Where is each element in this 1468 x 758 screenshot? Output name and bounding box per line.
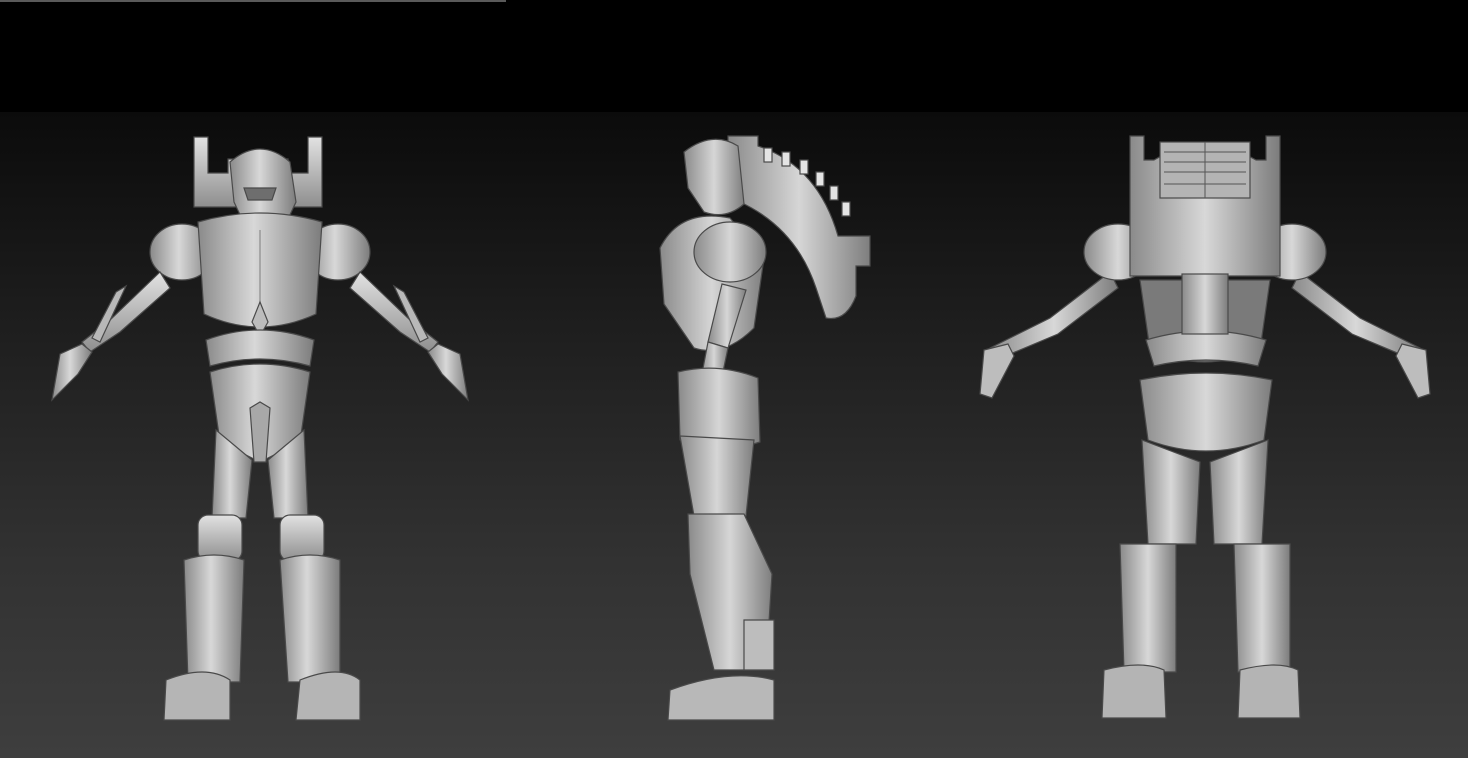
thigh-side [679, 435, 755, 517]
left-knee [197, 514, 243, 562]
sculpt-viewport[interactable] [0, 0, 1468, 758]
right-hand [427, 343, 469, 402]
left-boot-back [1101, 664, 1167, 719]
right-boot [295, 671, 361, 721]
visor [243, 187, 277, 201]
shoulder-side [693, 221, 767, 283]
armor-figure-side-view[interactable] [560, 0, 920, 758]
back-hip [1139, 372, 1273, 452]
armor-figure-back-view[interactable] [970, 0, 1440, 758]
right-hand-back [1395, 343, 1431, 399]
right-knee [279, 514, 325, 562]
boot-side [667, 675, 775, 721]
belt [205, 329, 315, 367]
right-shin [279, 554, 341, 683]
backpack-exhaust [1181, 273, 1229, 335]
armor-figure-front-view[interactable] [30, 0, 500, 758]
right-calf-back [1233, 543, 1291, 673]
right-boot-back [1237, 664, 1301, 719]
left-boot [163, 671, 231, 721]
left-calf-back [1119, 543, 1177, 673]
left-shin [183, 554, 245, 683]
left-thigh-back [1141, 439, 1201, 545]
right-thigh-back [1209, 439, 1269, 545]
helmet-side [683, 138, 745, 216]
left-hand-back [979, 343, 1015, 399]
left-hand [51, 343, 93, 402]
